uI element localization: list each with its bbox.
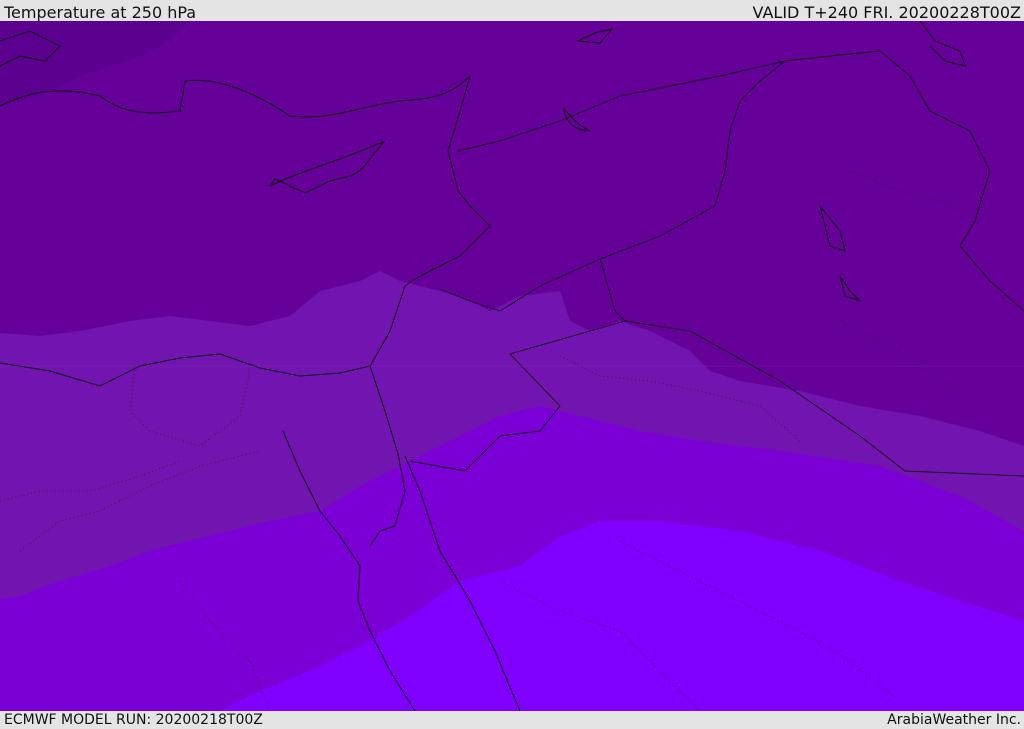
credit-label: ArabiaWeather Inc. [887, 712, 1021, 728]
model-run: ECMWF MODEL RUN: 20200218T00Z [4, 712, 263, 728]
map-canvas [0, 21, 1024, 711]
weather-map[interactable] [0, 21, 1024, 711]
valid-time: VALID T+240 FRI. 20200228T00Z [752, 3, 1021, 22]
footer-bar: ECMWF MODEL RUN: 20200218T00Z ArabiaWeat… [0, 711, 1024, 729]
header-bar: Temperature at 250 hPa VALID T+240 FRI. … [0, 0, 1024, 22]
map-title: Temperature at 250 hPa [4, 3, 197, 22]
